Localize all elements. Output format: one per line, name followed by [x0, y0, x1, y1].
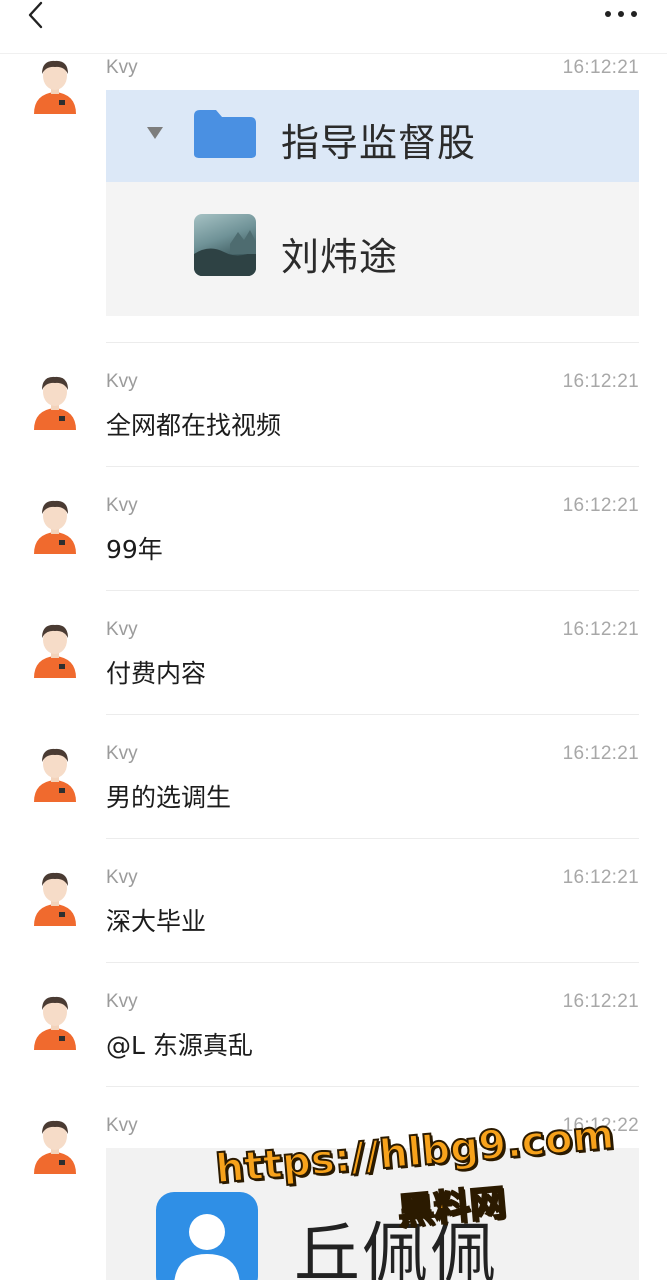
- user-avatar-icon: [34, 872, 76, 926]
- chat-history-screen: Kvy 16:12:21 指导监督股 刘炜途 Kvy 16:12:21 全网都在…: [0, 0, 667, 1280]
- message-text: 全网都在找视频: [106, 411, 282, 440]
- avatar[interactable]: [30, 496, 80, 554]
- avatar[interactable]: [30, 868, 80, 926]
- divider: [106, 1086, 639, 1087]
- message-time: 16:12:21: [562, 991, 639, 1012]
- message-time: 16:12:21: [562, 619, 639, 640]
- avatar[interactable]: [30, 620, 80, 678]
- landscape-thumbnail-icon: [194, 230, 256, 276]
- user-avatar-icon: [34, 996, 76, 1050]
- back-button[interactable]: [18, 0, 54, 32]
- chevron-left-icon: [28, 1, 43, 29]
- divider: [106, 714, 639, 715]
- message-text: 付费内容: [106, 659, 207, 688]
- image-folder-label: 指导监督股: [281, 121, 477, 165]
- message-item: Kvy 16:12:21 男的选调生: [0, 742, 667, 838]
- avatar[interactable]: [30, 372, 80, 430]
- sender-name: Kvy: [106, 991, 138, 1012]
- sender-name: Kvy: [106, 867, 138, 888]
- message-item: Kvy 16:12:21 99年: [0, 494, 667, 590]
- divider: [106, 342, 639, 343]
- message-time: 16:12:21: [562, 57, 639, 78]
- message-time: 16:12:21: [562, 867, 639, 888]
- message-item: Kvy 16:12:21 付费内容: [0, 618, 667, 714]
- divider: [106, 466, 639, 467]
- image-contact-label: 丘佩佩: [294, 1215, 498, 1280]
- sender-name: Kvy: [106, 57, 138, 78]
- message-time: 16:12:21: [562, 743, 639, 764]
- message-time: 16:12:21: [562, 495, 639, 516]
- message-text: @L 东源真乱: [106, 1031, 253, 1060]
- top-bar: [0, 0, 667, 54]
- user-avatar-icon: [34, 748, 76, 802]
- divider: [106, 962, 639, 963]
- more-options-button[interactable]: [599, 2, 643, 26]
- message-item: Kvy 16:12:21 全网都在找视频: [0, 370, 667, 466]
- avatar[interactable]: [30, 992, 80, 1050]
- divider: [106, 838, 639, 839]
- sender-name: Kvy: [106, 619, 138, 640]
- user-avatar-icon: [34, 1120, 76, 1174]
- image-folder-row: 指导监督股: [106, 90, 639, 182]
- image-contact-label: 刘炜途: [281, 235, 399, 279]
- person-icon: [174, 1214, 240, 1280]
- sender-name: Kvy: [106, 371, 138, 392]
- contact-thumbnail: [194, 214, 256, 276]
- message-text: 深大毕业: [106, 907, 207, 936]
- image-message[interactable]: 丘佩佩: [106, 1148, 639, 1280]
- message-item: Kvy 16:12:21 深大毕业: [0, 866, 667, 962]
- message-item: Kvy 16:12:21 @L 东源真乱: [0, 990, 667, 1086]
- sender-name: Kvy: [106, 495, 138, 516]
- message-time: 16:12:22: [562, 1115, 639, 1136]
- user-avatar-icon: [34, 624, 76, 678]
- avatar[interactable]: [30, 1116, 80, 1174]
- user-avatar-icon: [34, 376, 76, 430]
- more-horizontal-icon: [605, 11, 637, 17]
- sender-name: Kvy: [106, 1115, 138, 1136]
- sender-name: Kvy: [106, 743, 138, 764]
- avatar[interactable]: [30, 744, 80, 802]
- folder-icon: [194, 110, 256, 158]
- image-message[interactable]: 指导监督股 刘炜途: [106, 90, 639, 316]
- message-text: 99年: [106, 535, 163, 564]
- triangle-down-icon: [147, 127, 163, 139]
- user-avatar-icon: [34, 500, 76, 554]
- divider: [106, 590, 639, 591]
- message-time: 16:12:21: [562, 371, 639, 392]
- contact-icon: [156, 1192, 258, 1280]
- message-text: 男的选调生: [106, 783, 232, 812]
- avatar[interactable]: [30, 56, 80, 114]
- user-avatar-icon: [34, 60, 76, 114]
